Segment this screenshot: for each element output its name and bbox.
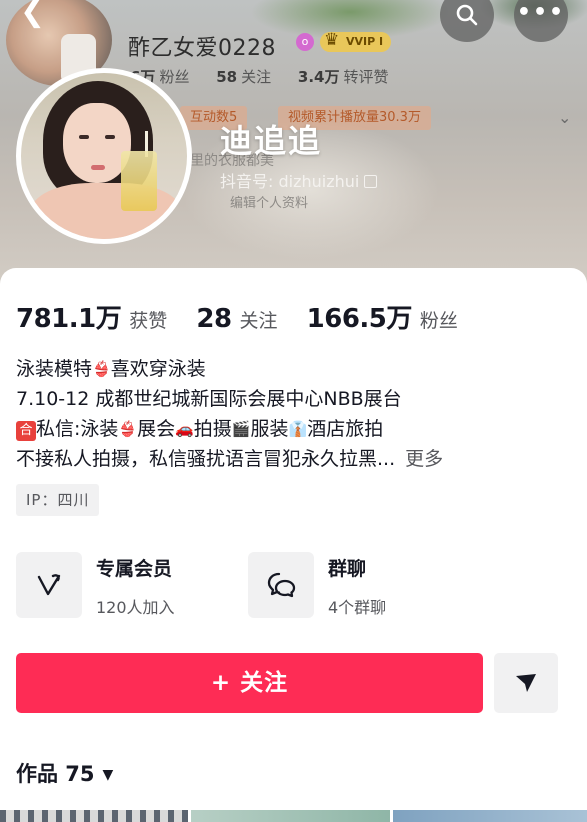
membership-v-icon — [37, 574, 61, 596]
tab-works[interactable]: 作品 75 ▼ — [16, 758, 113, 788]
bio-line: 泳装模特👙喜欢穿泳装 — [16, 354, 576, 384]
background-username: 酢乙女爱0228 — [128, 36, 276, 61]
background-text: 编辑个人资料 — [230, 196, 309, 211]
car-icon: 🚗 — [175, 420, 194, 438]
background-vip-badge: ♛ VVIP I — [320, 30, 392, 52]
video-thumbnail[interactable] — [191, 810, 390, 822]
clapper-board-icon: 🎬 — [231, 420, 251, 438]
caret-down-icon: ▼ — [102, 767, 114, 783]
recommend-button[interactable] — [494, 653, 558, 713]
shirt-icon: 👔 — [288, 420, 308, 438]
search-icon — [456, 4, 478, 26]
stats-row: 781.1万 获赞 28 关注 166.5万 粉丝 — [16, 298, 482, 335]
profile-page: 酢乙女爱0228 o ♛VVIP I 6万粉丝 58关注 3.4万转评赞 互动数… — [0, 0, 587, 822]
back-button[interactable]: ❮ — [20, 0, 70, 32]
chevron-left-icon: ❮ — [20, 0, 46, 29]
crown-icon: ♛ — [324, 30, 340, 50]
stat-following[interactable]: 28 关注 — [196, 304, 277, 334]
exclusive-membership-entry[interactable]: 专属会员 120人加入 — [16, 550, 216, 620]
profile-header: 酢乙女爱0228 o ♛VVIP I 6万粉丝 58关注 3.4万转评赞 互动数… — [0, 0, 587, 290]
profile-card: 781.1万 获赞 28 关注 166.5万 粉丝 泳装模特👙喜欢穿泳装 7.10-1… — [0, 268, 587, 822]
stat-followers[interactable]: 166.5万 粉丝 — [307, 298, 458, 335]
avatar[interactable] — [16, 68, 192, 244]
stat-likes: 781.1万 获赞 — [16, 304, 168, 334]
bio-more-link[interactable]: 更多 — [405, 448, 443, 470]
bio-line: 7.10-12 成都世纪城新国际会展中心NBB展台 — [16, 388, 402, 410]
copy-icon[interactable] — [364, 175, 378, 188]
bikini-icon: 👙 — [118, 420, 138, 438]
background-badge-icon: o — [296, 33, 314, 51]
group-chat-entry[interactable]: 群聊 4个群聊 — [248, 550, 448, 620]
chevron-down-icon: ⌄ — [558, 108, 572, 127]
more-dots-icon: ••• — [516, 0, 566, 25]
background-stats: 6万粉丝 58关注 3.4万转评赞 — [130, 68, 389, 86]
more-button[interactable]: ••• — [514, 0, 568, 42]
cooperation-badge-icon: 合 — [16, 421, 36, 441]
profile-nickname: 迪追追 — [220, 122, 323, 160]
bio-line: 不接私人拍摄，私信骚扰语言冒犯永久拉黑... 更多 — [16, 448, 444, 470]
ip-location-tag: IP：四川 — [16, 484, 100, 516]
chat-bubbles-icon — [267, 572, 296, 598]
video-thumbnail[interactable] — [0, 810, 188, 822]
works-grid — [0, 810, 587, 822]
triangle-down-icon — [516, 674, 536, 692]
profile-bio: 泳装模特👙喜欢穿泳装 7.10-12 成都世纪城新国际会展中心NBB展台 合私信… — [16, 354, 576, 474]
follow-button[interactable]: + 关注 — [16, 653, 483, 713]
douyin-id[interactable]: 抖音号: dizhuizhui — [220, 168, 378, 192]
bio-line: 合私信:泳装👙展会🚗拍摄🎬服装👔酒店旅拍 — [16, 414, 576, 444]
bikini-icon: 👙 — [92, 360, 111, 378]
video-thumbnail[interactable] — [393, 810, 587, 822]
